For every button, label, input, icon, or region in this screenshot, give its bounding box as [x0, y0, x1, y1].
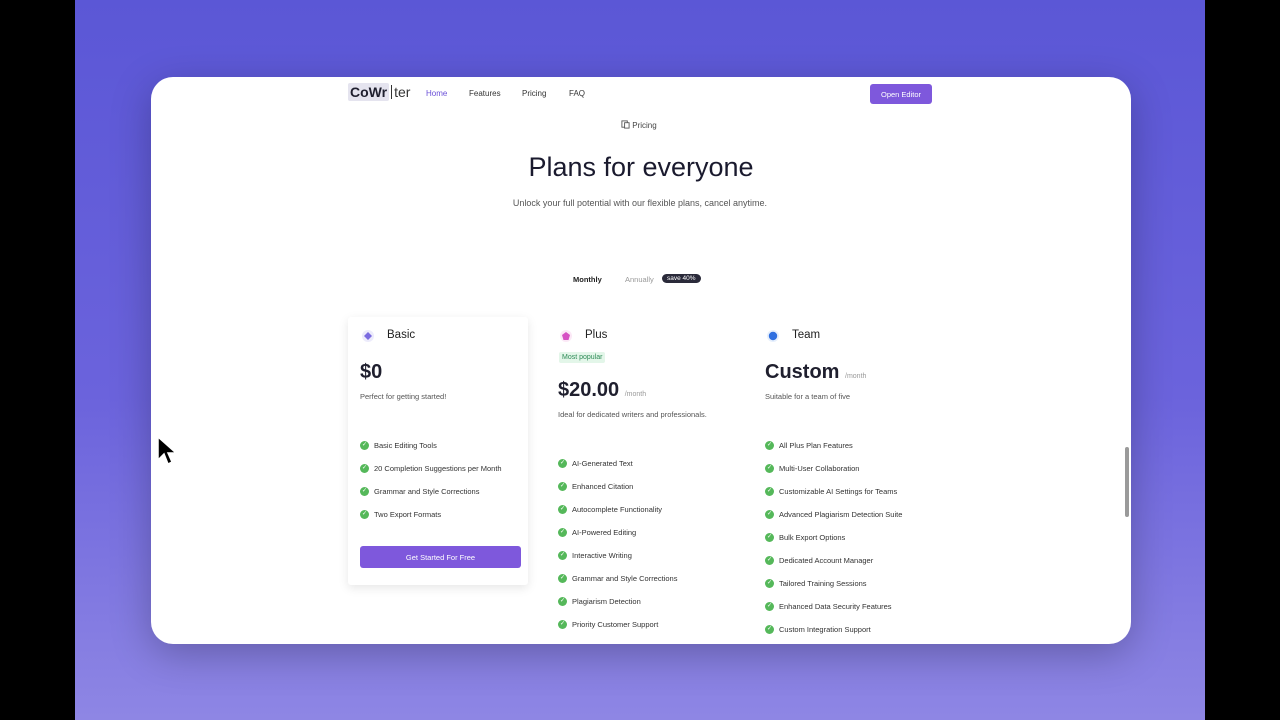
check-icon: ✓ — [360, 487, 369, 496]
list-item: ✓ Grammar and Style Corrections — [558, 574, 678, 583]
list-item: ✓ Advanced Plagiarism Detection Suite — [765, 510, 903, 519]
plan-card-basic: Basic $0 Perfect for getting started! ✓ B… — [348, 317, 528, 585]
check-icon: ✓ — [765, 441, 774, 450]
list-item: ✓ Bulk Export Options — [765, 533, 846, 542]
logo-box: CoWr — [348, 83, 390, 101]
check-icon: ✓ — [558, 597, 567, 606]
check-icon: ✓ — [765, 556, 774, 565]
check-icon: ✓ — [360, 464, 369, 473]
check-icon: ✓ — [558, 505, 567, 514]
list-item: ✓ 20 Completion Suggestions per Month — [360, 464, 502, 473]
pricing-pill: Pricing — [621, 120, 657, 130]
open-editor-button[interactable]: Open Editor — [870, 84, 932, 104]
plan-card-team: Team Custom /month Suitable for a team o… — [753, 317, 933, 644]
check-icon: ✓ — [558, 574, 567, 583]
check-icon: ✓ — [360, 510, 369, 519]
check-icon: ✓ — [765, 487, 774, 496]
list-item: ✓ Plagiarism Detection — [558, 597, 641, 606]
price-period: /month — [845, 373, 867, 380]
pentagon-icon — [560, 330, 572, 342]
check-icon: ✓ — [558, 551, 567, 560]
list-item: ✓ Tailored Training Sessions — [765, 579, 867, 588]
nav-link-pricing[interactable]: Pricing — [522, 89, 546, 98]
nav-link-features[interactable]: Features — [469, 89, 501, 98]
get-started-button[interactable]: Get Started For Free — [360, 546, 521, 568]
list-item: ✓ Enhanced Citation — [558, 482, 634, 491]
plan-description: Ideal for dedicated writers and professi… — [558, 410, 707, 419]
list-item: ✓ Grammar and Style Corrections — [360, 487, 480, 496]
pricing-tag-icon — [621, 120, 630, 129]
plan-price: Custom /month — [765, 361, 867, 383]
check-icon: ✓ — [558, 482, 567, 491]
plan-name: Team — [792, 329, 821, 341]
feature-list: ✓ All Plus Plan Features ✓ Multi-User Coll… — [765, 441, 902, 644]
check-icon: ✓ — [558, 528, 567, 537]
plan-card-plus: Plus Most popular $20.00 /month Ideal fo… — [546, 317, 726, 644]
check-icon: ✓ — [765, 579, 774, 588]
top-nav: CoWr ter Home Features Pricing FAQ Open E… — [348, 83, 933, 104]
list-item: ✓ Priority Customer Support — [558, 620, 659, 629]
page-title: Plans for everyone — [528, 152, 754, 182]
logo-rest: ter — [394, 84, 411, 100]
toggle-monthly[interactable]: Monthly — [573, 275, 602, 284]
nav-link-home[interactable]: Home — [426, 89, 447, 98]
pricing-pill-label: Pricing — [632, 121, 657, 130]
plan-description: Suitable for a team of five — [765, 392, 851, 401]
list-item: ✓ Customizable AI Settings for Teams — [765, 487, 898, 496]
check-icon: ✓ — [765, 602, 774, 611]
feature-list: ✓ Basic Editing Tools ✓ 20 Completion Sugg… — [360, 441, 502, 533]
plan-name: Plus — [585, 329, 608, 341]
save-badge: save 40% — [662, 274, 701, 283]
list-item: ✓ AI-Generated Text — [558, 459, 633, 468]
price-period: /month — [624, 391, 647, 398]
list-item: ✓ Interactive Writing — [558, 551, 632, 560]
scrollbar[interactable] — [1125, 447, 1129, 517]
plan-description: Perfect for getting started! — [360, 392, 447, 401]
list-item: ✓ Enhanced Data Security Features — [765, 602, 892, 611]
list-item: ✓ All Plus Plan Features — [765, 441, 853, 450]
page-subtitle: Unlock your full potential with our flex… — [512, 198, 768, 208]
check-icon: ✓ — [765, 533, 774, 542]
diamond-icon — [362, 330, 374, 342]
plan-name: Basic — [387, 329, 416, 341]
check-icon: ✓ — [360, 441, 369, 450]
mouse-pointer-icon — [157, 436, 177, 466]
list-item: ✓ Autocomplete Functionality — [558, 505, 663, 514]
list-item: ✓ Two Export Formats — [360, 510, 442, 519]
list-item: ✓ Multi-User Collaboration — [765, 464, 860, 473]
nav-link-faq[interactable]: FAQ — [569, 89, 585, 98]
check-icon: ✓ — [558, 620, 567, 629]
logo-cursor — [391, 85, 393, 99]
plan-price: $0 — [360, 361, 383, 383]
list-item: ✓ Dedicated Account Manager — [765, 556, 874, 565]
list-item: ✓ AI-Powered Editing — [558, 528, 637, 537]
check-icon: ✓ — [765, 464, 774, 473]
check-icon: ✓ — [765, 625, 774, 634]
most-popular-badge: Most popular — [559, 352, 606, 363]
list-item: ✓ Custom Integration Support — [765, 625, 871, 634]
logo[interactable]: CoWr ter — [348, 83, 411, 101]
check-icon: ✓ — [558, 459, 567, 468]
toggle-annually[interactable]: Annually — [625, 275, 654, 284]
feature-list: ✓ AI-Generated Text ✓ Enhanced Citation ✓ A… — [558, 459, 677, 643]
check-icon: ✓ — [765, 510, 774, 519]
browser-window: CoWr ter Home Features Pricing FAQ Open E… — [151, 77, 1131, 644]
circle-icon — [767, 330, 779, 342]
list-item: ✓ Basic Editing Tools — [360, 441, 437, 450]
plan-price: $20.00 /month — [558, 379, 647, 401]
